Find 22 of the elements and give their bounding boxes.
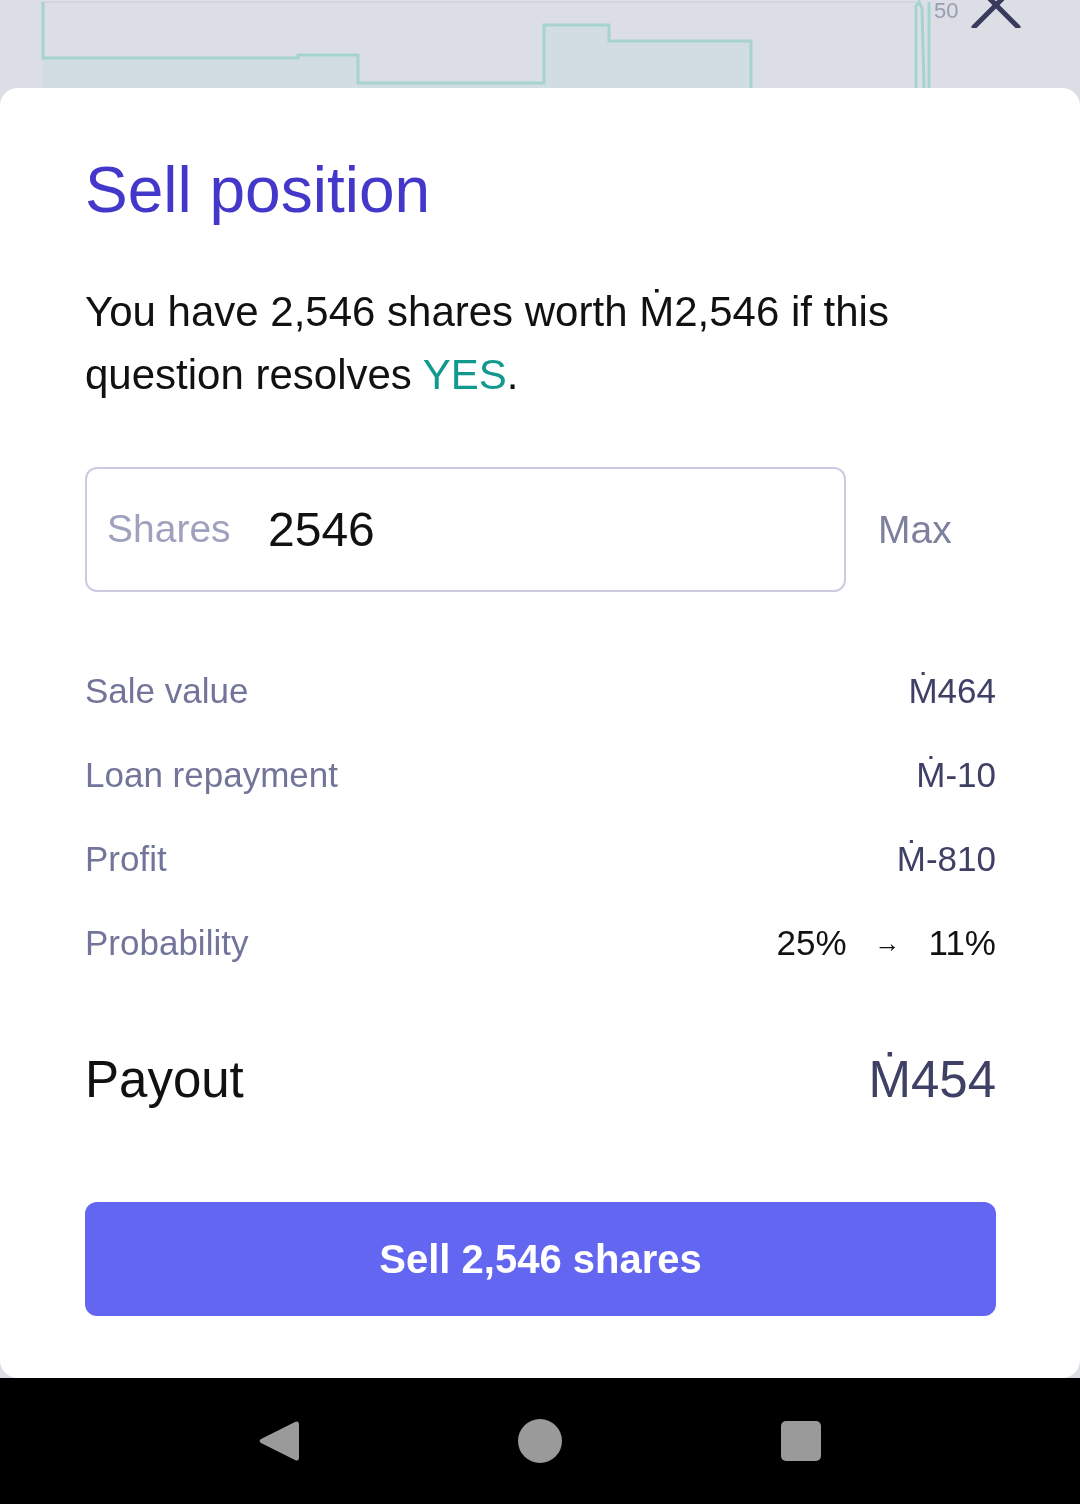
recent-apps-icon[interactable]: [779, 1419, 823, 1463]
summary-label: Profit: [85, 839, 167, 879]
probability-after: 11%: [928, 923, 996, 963]
summary-value: Ṁ-10: [916, 755, 996, 795]
max-button[interactable]: Max: [878, 507, 952, 552]
shares-prefix: Shares: [107, 506, 231, 552]
close-icon[interactable]: [970, 0, 1022, 28]
summary-label: Probability: [85, 923, 249, 963]
back-icon[interactable]: [257, 1419, 301, 1463]
arrow-icon: →: [874, 927, 901, 959]
summary-label: Sale value: [85, 671, 249, 711]
home-icon[interactable]: [518, 1419, 562, 1463]
sell-button[interactable]: Sell 2,546 shares: [85, 1202, 996, 1316]
summary-value: Ṁ-810: [896, 839, 996, 879]
summary-value: Ṁ464: [908, 671, 996, 711]
payout-label: Payout: [85, 1049, 244, 1109]
dialog-title: Sell position: [85, 153, 431, 228]
payout-value: Ṁ454: [868, 1049, 996, 1109]
axis-tick-label: 50: [934, 0, 959, 22]
probability-before: 25%: [776, 923, 847, 963]
position-message: You have 2,546 shares worth Ṁ2,546 if this question resolves YES.: [85, 287, 890, 400]
summary-label: Loan repayment: [85, 755, 338, 795]
